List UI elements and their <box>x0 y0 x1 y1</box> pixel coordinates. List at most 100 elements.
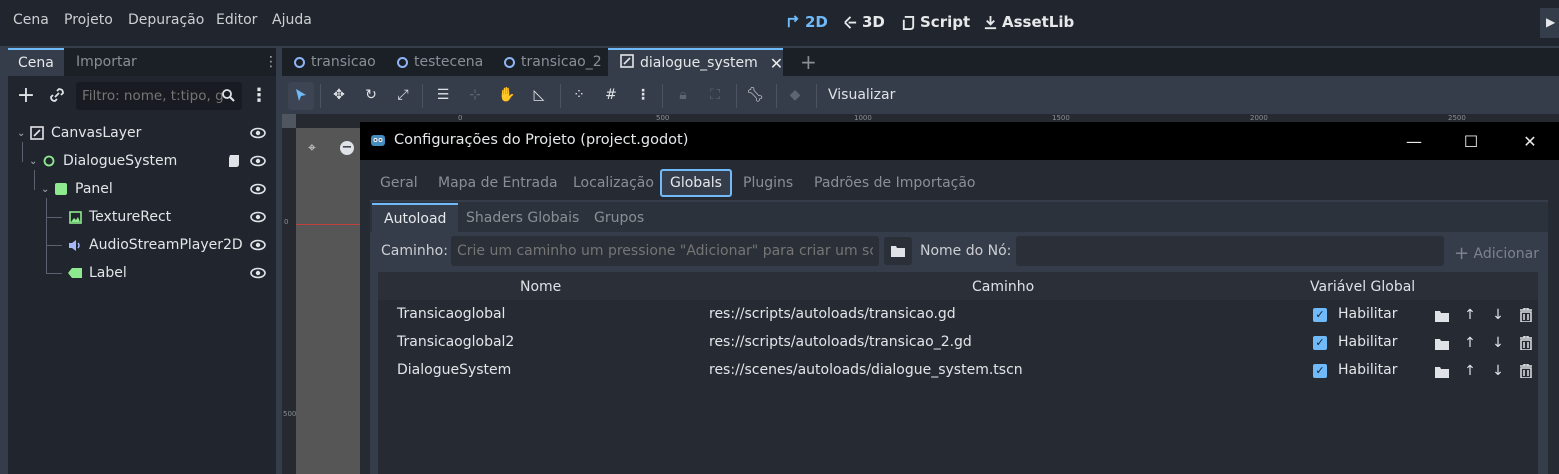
collapse-arrow-icon[interactable]: ⌄ <box>41 184 53 195</box>
new-tab-button[interactable]: + <box>788 48 829 76</box>
tree-item-label-node[interactable]: Label <box>67 259 127 287</box>
autoload-path[interactable]: res://scripts/autoloads/transicao.gd <box>709 306 956 322</box>
pan-hand-icon[interactable]: ✋ <box>498 86 516 104</box>
menu-project[interactable]: Projeto <box>64 12 113 28</box>
workspace-2d-button[interactable]: 2D <box>786 13 828 31</box>
rotate-icon[interactable]: ↻ <box>362 86 380 104</box>
delete-icon[interactable] <box>1518 307 1534 323</box>
lock-icon[interactable]: 🔒︎ <box>674 86 692 104</box>
browse-folder-button[interactable] <box>884 237 912 265</box>
autoload-path[interactable]: res://scripts/autoloads/transicao_2.gd <box>709 334 972 350</box>
camera-override-icon[interactable]: ◆ <box>786 86 804 104</box>
enable-checkbox[interactable]: ✓ <box>1313 308 1327 322</box>
tree-item-dialoguesystem[interactable]: ⌄ DialogueSystem <box>29 147 177 175</box>
center-view-icon[interactable]: ⌖ <box>308 140 326 158</box>
move-up-icon[interactable]: ↑ <box>1462 335 1478 351</box>
tab-transicao[interactable]: transicao <box>282 48 388 76</box>
autoload-name[interactable]: Transicaoglobal <box>397 306 505 322</box>
tree-item-audiostreamplayer2d[interactable]: AudioStreamPlayer2D <box>67 231 243 259</box>
move-down-icon[interactable]: ↓ <box>1490 307 1506 323</box>
move-up-icon[interactable]: ↑ <box>1462 363 1478 379</box>
folder-icon[interactable] <box>1434 308 1450 324</box>
visibility-eye-icon[interactable] <box>250 209 266 225</box>
scene-options-icon[interactable]: ⋮ <box>250 85 268 106</box>
workspace-assetlib-button[interactable]: AssetLib <box>983 13 1074 31</box>
settings-tab-localization[interactable]: Localização <box>565 169 662 197</box>
add-autoload-button[interactable]: + Adicionar <box>1454 243 1539 264</box>
view-menu-button[interactable]: Visualizar <box>828 87 895 103</box>
add-node-icon[interactable]: + <box>17 83 35 108</box>
visibility-eye-icon[interactable] <box>250 237 266 253</box>
workspace-2d-label: 2D <box>805 13 828 31</box>
move-icon[interactable]: ✥ <box>330 86 348 104</box>
visibility-eye-icon[interactable] <box>250 153 266 169</box>
viewport-background <box>296 128 360 474</box>
folder-icon[interactable] <box>1434 336 1450 352</box>
tab-transicao-2[interactable]: transicao_2 <box>492 48 614 76</box>
subtab-global-shaders[interactable]: Shaders Globais <box>454 203 591 233</box>
tab-dialogue-system[interactable]: dialogue_system ✕ <box>608 48 783 76</box>
tab-testecena[interactable]: testecena <box>385 48 495 76</box>
group-icon[interactable]: ⛶ <box>706 86 724 104</box>
visibility-eye-icon[interactable] <box>250 125 266 141</box>
move-down-icon[interactable]: ↓ <box>1490 335 1506 351</box>
menu-scene[interactable]: Cena <box>13 12 49 28</box>
menu-help[interactable]: Ajuda <box>272 12 312 28</box>
link-icon[interactable] <box>48 86 66 104</box>
settings-tab-globals[interactable]: Globals <box>660 169 732 197</box>
settings-tab-plugins[interactable]: Plugins <box>735 169 801 197</box>
tree-item-canvaslayer[interactable]: ⌄ CanvasLayer <box>17 119 141 147</box>
settings-tab-input-map[interactable]: Mapa de Entrada <box>430 169 566 197</box>
tab-import[interactable]: Importar <box>66 48 147 76</box>
close-tab-icon[interactable]: ✕ <box>770 54 783 73</box>
autoload-path[interactable]: res://scenes/autoloads/dialogue_system.t… <box>709 362 1023 378</box>
scale-icon[interactable]: ⤢ <box>394 86 412 104</box>
autoload-name[interactable]: Transicaoglobal2 <box>397 334 514 350</box>
workspace-3d-button[interactable]: 3D <box>843 13 885 31</box>
close-icon[interactable]: ✕ <box>1516 128 1544 154</box>
dock-menu-icon[interactable]: ⋮ <box>264 54 278 70</box>
bone-icon[interactable]: 🦴︎ <box>746 86 764 104</box>
autoload-name[interactable]: DialogueSystem <box>397 362 511 378</box>
ruler-icon[interactable]: ◺ <box>530 86 548 104</box>
snap-options-icon[interactable]: ⋮ <box>634 86 652 104</box>
smart-snap-icon[interactable]: ⁘ <box>570 86 588 104</box>
delete-icon[interactable] <box>1518 335 1534 351</box>
zoom-out-icon[interactable]: − <box>340 141 354 155</box>
tree-item-panel[interactable]: ⌄ Panel <box>41 175 113 203</box>
minimize-icon[interactable]: — <box>1400 128 1428 154</box>
editor-tabs-bar: transicao testecena transicao_2 dialogue… <box>282 48 1559 76</box>
collapse-arrow-icon[interactable]: ⌄ <box>17 128 29 139</box>
dialog-title: Configurações do Projeto (project.godot) <box>394 132 689 148</box>
attached-script-icon[interactable] <box>228 154 240 168</box>
tree-item-texturerect[interactable]: TextureRect <box>67 203 171 231</box>
settings-tab-import-defaults[interactable]: Padrões de Importação <box>806 169 984 197</box>
enable-checkbox[interactable]: ✓ <box>1313 364 1327 378</box>
visibility-eye-icon[interactable] <box>250 181 266 197</box>
move-down-icon[interactable]: ↓ <box>1490 363 1506 379</box>
play-button[interactable]: ▶ <box>1540 8 1559 38</box>
delete-icon[interactable] <box>1518 363 1534 379</box>
settings-tab-general[interactable]: Geral <box>372 169 426 197</box>
grid-snap-icon[interactable]: # <box>602 86 620 104</box>
menu-debug[interactable]: Depuração <box>128 12 204 28</box>
collapse-arrow-icon[interactable]: ⌄ <box>29 156 41 167</box>
visibility-eye-icon[interactable] <box>250 265 266 281</box>
path-input[interactable] <box>451 236 879 266</box>
move-up-icon[interactable]: ↑ <box>1462 307 1478 323</box>
tab-label: testecena <box>414 54 484 70</box>
select-pointer-icon[interactable] <box>292 86 310 104</box>
menu-editor[interactable]: Editor <box>216 12 257 28</box>
node-name-input[interactable] <box>1016 236 1444 266</box>
ruler-left[interactable]: 0 500 <box>282 114 296 474</box>
enable-checkbox[interactable]: ✓ <box>1313 336 1327 350</box>
folder-icon[interactable] <box>1434 364 1450 380</box>
subtab-groups[interactable]: Grupos <box>582 203 656 233</box>
pivot-icon[interactable]: ⊹ <box>466 86 484 104</box>
list-select-icon[interactable]: ☰ <box>434 86 452 104</box>
scene-filter-input[interactable] <box>76 82 242 110</box>
tab-scene[interactable]: Cena <box>8 48 64 76</box>
subtab-autoload[interactable]: Autoload <box>372 203 459 233</box>
workspace-script-button[interactable]: Script <box>901 13 970 31</box>
maximize-icon[interactable]: ☐ <box>1457 128 1485 154</box>
